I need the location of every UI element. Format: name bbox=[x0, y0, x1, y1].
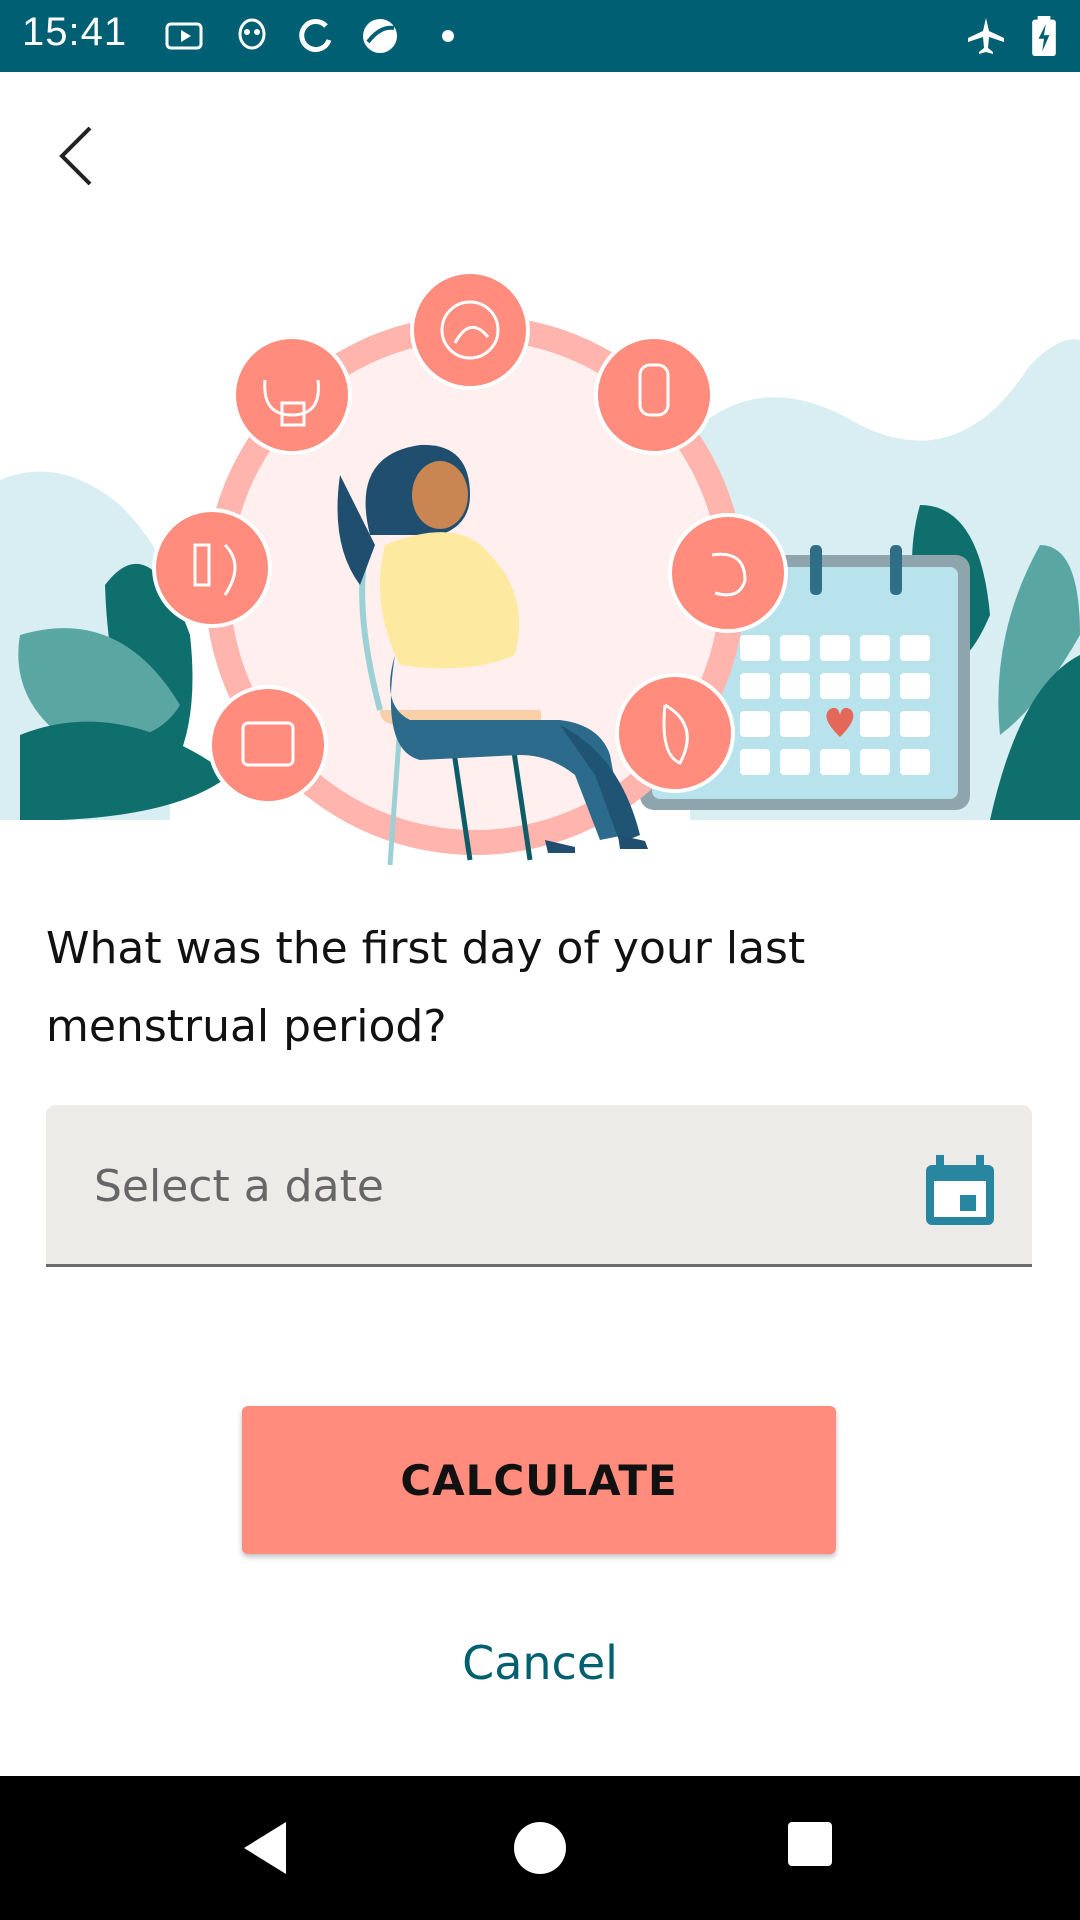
battery-charging-icon bbox=[1032, 16, 1056, 56]
calculate-button[interactable]: CALCULATE bbox=[242, 1406, 836, 1554]
dot-icon bbox=[442, 30, 454, 42]
browser-icon bbox=[363, 19, 397, 53]
calendar-icon[interactable] bbox=[922, 1153, 998, 1229]
recents-square-icon[interactable] bbox=[786, 1820, 834, 1868]
airplane-icon bbox=[968, 18, 1004, 54]
status-time: 15:41 bbox=[22, 10, 128, 54]
sync-icon bbox=[299, 19, 332, 52]
date-field[interactable]: Select a date bbox=[46, 1105, 1032, 1267]
status-bar: 15:41 bbox=[0, 0, 1080, 72]
back-chevron-icon[interactable] bbox=[48, 118, 108, 194]
home-circle-icon[interactable] bbox=[512, 1820, 568, 1876]
back-triangle-icon[interactable] bbox=[238, 1818, 298, 1878]
question-text: What was the first day of your last mens… bbox=[46, 923, 806, 1052]
cancel-button[interactable]: Cancel bbox=[390, 1636, 690, 1690]
alien-icon bbox=[238, 18, 266, 50]
date-placeholder: Select a date bbox=[94, 1161, 384, 1212]
navigation-bar bbox=[0, 1776, 1080, 1920]
pregnancy-illustration bbox=[0, 270, 1080, 875]
media-icon bbox=[165, 22, 203, 50]
